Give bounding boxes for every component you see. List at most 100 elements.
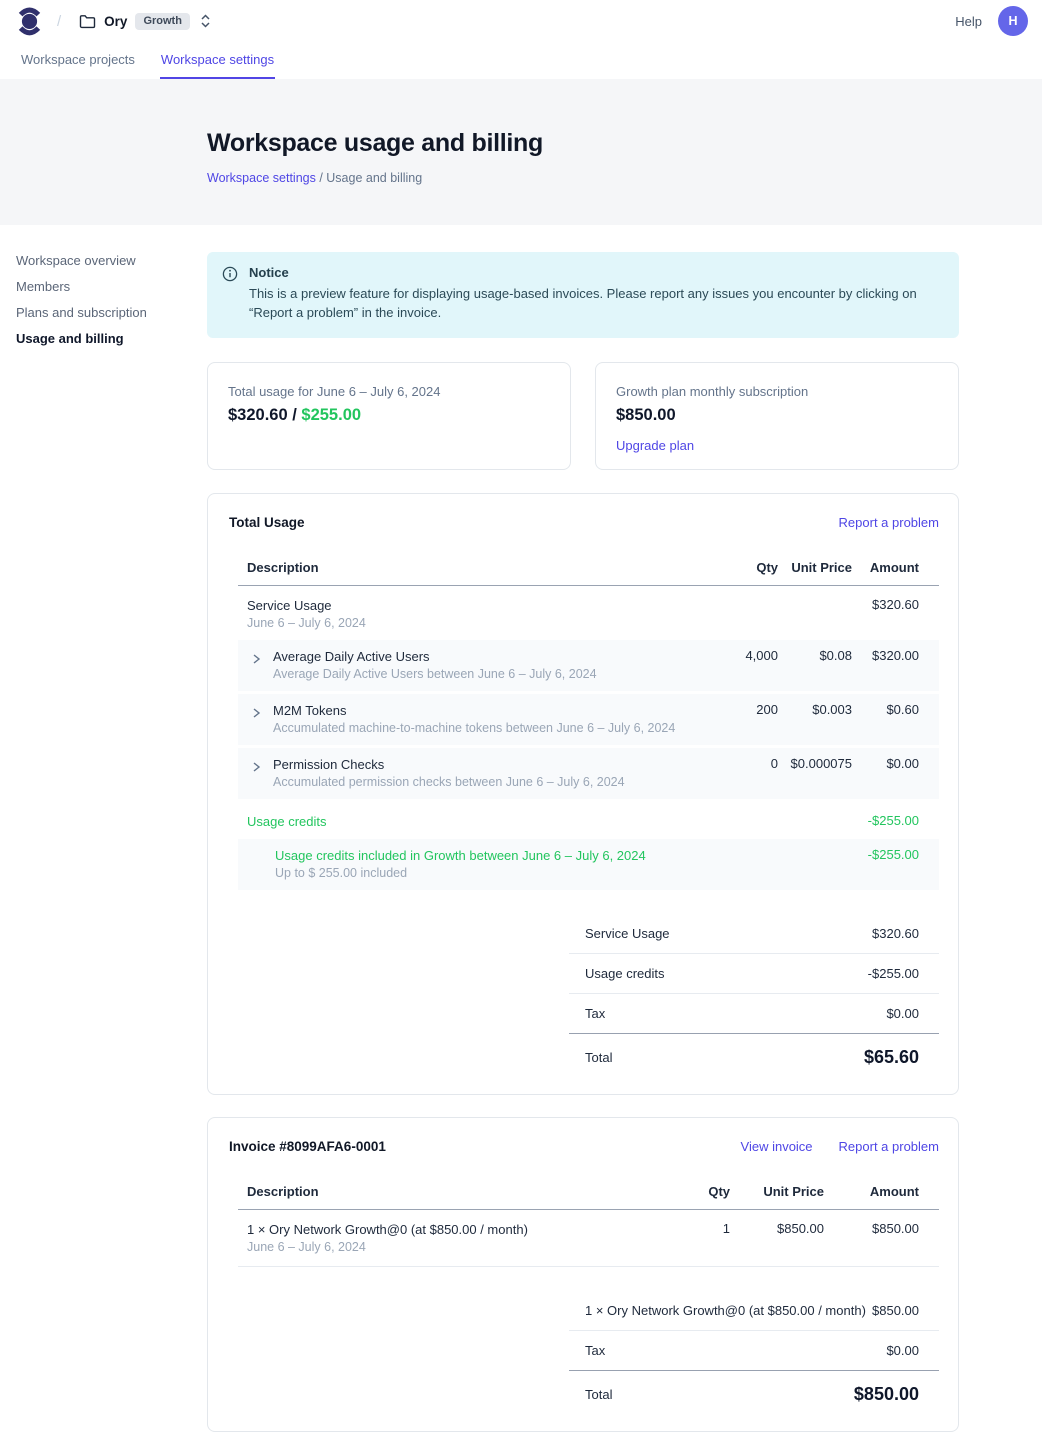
service-usage-amount: $320.60 (852, 597, 939, 612)
unfold-chevrons-icon (200, 13, 211, 29)
expand-row-button[interactable] (250, 758, 263, 776)
col-description: Description (238, 560, 718, 575)
notice-body: This is a preview feature for displaying… (249, 285, 943, 323)
usage-row-daily-active-users: Average Daily Active Users Average Daily… (238, 640, 939, 691)
row-title: Average Daily Active Users (273, 648, 597, 665)
expand-row-button[interactable] (250, 704, 263, 722)
workspace-tabbar: Workspace projects Workspace settings (0, 42, 1042, 79)
usage-row-permission-checks: Permission Checks Accumulated permission… (238, 748, 939, 799)
totals-grand-total-row: Total $65.60 (569, 1034, 939, 1074)
row-qty: 4,000 (718, 648, 778, 663)
row-amount: $0.00 (852, 756, 939, 771)
col-amount: Amount (852, 560, 939, 575)
report-problem-link-usage[interactable]: Report a problem (839, 515, 939, 530)
total-usage-period-label: Total usage for June 6 – July 6, 2024 (228, 384, 550, 399)
breadcrumb-separator: / (57, 13, 61, 30)
invoice-table: Description Qty Unit Price Amount 1 × Or… (238, 1176, 939, 1267)
help-link[interactable]: Help (955, 14, 982, 29)
invoice-line-total-row: 1 × Ory Network Growth@0 (at $850.00 / m… (569, 1291, 939, 1331)
usage-credit-amount: $255.00 (301, 406, 361, 424)
credit-row-amount: -$255.00 (852, 847, 939, 862)
invoice-item-title: 1 × Ory Network Growth@0 (at $850.00 / m… (247, 1221, 664, 1238)
usage-credits-title: Usage credits (247, 813, 718, 830)
row-subtitle: Accumulated permission checks between Ju… (273, 774, 625, 790)
plan-subscription-amount: $850.00 (616, 406, 938, 425)
page-header: Workspace usage and billing Workspace se… (0, 79, 1042, 225)
credit-row-note: Up to $ 255.00 included (275, 865, 718, 881)
invoice-item-period: June 6 – July 6, 2024 (247, 1239, 664, 1255)
breadcrumb-current: / Usage and billing (316, 171, 422, 185)
tab-workspace-settings[interactable]: Workspace settings (160, 42, 275, 79)
row-unit-price: $0.000075 (778, 756, 852, 771)
usage-credits-group-row: Usage credits -$255.00 (238, 802, 939, 839)
total-usage-title: Total Usage (229, 515, 305, 530)
col-amount: Amount (824, 1184, 939, 1199)
invoice-line-item-row: 1 × Ory Network Growth@0 (at $850.00 / m… (238, 1210, 939, 1267)
expand-row-button[interactable] (250, 650, 263, 668)
usage-credits-amount: -$255.00 (852, 813, 939, 828)
view-invoice-link[interactable]: View invoice (741, 1139, 813, 1154)
col-unit-price: Unit Price (730, 1184, 824, 1199)
row-qty: 200 (718, 702, 778, 717)
row-subtitle: Accumulated machine-to-machine tokens be… (273, 720, 675, 736)
settings-sidenav: Workspace overview Members Plans and sub… (16, 225, 207, 1448)
usage-row-m2m-tokens: M2M Tokens Accumulated machine-to-machin… (238, 694, 939, 745)
top-bar: / Ory Growth Help H (0, 0, 1042, 42)
row-subtitle: Average Daily Active Users between June … (273, 666, 597, 682)
usage-credit-detail-row: Usage credits included in Growth between… (238, 839, 939, 890)
row-unit-price: $0.08 (778, 648, 852, 663)
page-title: Workspace usage and billing (207, 129, 1042, 158)
sidebar-item-members[interactable]: Members (16, 280, 207, 293)
row-amount: $0.60 (852, 702, 939, 717)
invoice-card: Invoice #8099AFA6-0001 View invoice Repo… (207, 1117, 959, 1432)
totals-tax-row: Tax $0.00 (569, 994, 939, 1034)
row-title: Permission Checks (273, 756, 625, 773)
row-amount: $320.00 (852, 648, 939, 663)
breadcrumb: Workspace settings / Usage and billing (207, 171, 1042, 185)
usage-totals: Service Usage $320.60 Usage credits -$25… (569, 914, 939, 1074)
total-usage-card: Total Usage Report a problem Description… (207, 493, 959, 1095)
invoice-grand-total-row: Total $850.00 (569, 1371, 939, 1411)
plan-badge: Growth (135, 13, 190, 30)
sidebar-item-plans-and-subscription[interactable]: Plans and subscription (16, 306, 207, 319)
workspace-name: Ory (104, 14, 127, 29)
totals-service-usage-row: Service Usage $320.60 (569, 914, 939, 954)
total-usage-summary-card: Total usage for June 6 – July 6, 2024 $3… (207, 362, 571, 470)
workspace-switcher[interactable]: Ory Growth (79, 13, 211, 30)
notice-title: Notice (249, 265, 943, 280)
invoice-title: Invoice #8099AFA6-0001 (229, 1139, 386, 1154)
invoice-item-qty: 1 (664, 1221, 730, 1236)
invoice-item-amount: $850.00 (824, 1221, 939, 1236)
info-icon (222, 266, 238, 323)
col-unit-price: Unit Price (778, 560, 852, 575)
upgrade-plan-link[interactable]: Upgrade plan (616, 438, 694, 453)
totals-usage-credits-row: Usage credits -$255.00 (569, 954, 939, 994)
sidebar-item-workspace-overview[interactable]: Workspace overview (16, 254, 207, 267)
row-qty: 0 (718, 756, 778, 771)
service-usage-title: Service Usage (247, 597, 718, 614)
folder-icon (79, 14, 96, 29)
grand-total-value: $65.60 (864, 1047, 919, 1068)
total-usage-amount: $320.60 / $255.00 (228, 406, 550, 425)
invoice-grand-total-value: $850.00 (854, 1384, 919, 1405)
col-description: Description (238, 1184, 664, 1199)
invoice-totals: 1 × Ory Network Growth@0 (at $850.00 / m… (569, 1291, 939, 1411)
usage-table-header: Description Qty Unit Price Amount (238, 552, 939, 586)
plan-subscription-card: Growth plan monthly subscription $850.00… (595, 362, 959, 470)
avatar[interactable]: H (998, 6, 1028, 36)
sidebar-item-usage-and-billing[interactable]: Usage and billing (16, 332, 207, 345)
credit-row-title: Usage credits included in Growth between… (275, 847, 718, 864)
plan-subscription-label: Growth plan monthly subscription (616, 384, 938, 399)
invoice-item-unit-price: $850.00 (730, 1221, 824, 1236)
service-usage-period: June 6 – July 6, 2024 (247, 615, 718, 631)
tab-workspace-projects[interactable]: Workspace projects (20, 42, 136, 79)
row-title: M2M Tokens (273, 702, 675, 719)
ory-logo-icon[interactable] (16, 4, 43, 38)
invoice-tax-row: Tax $0.00 (569, 1331, 939, 1371)
breadcrumb-settings-link[interactable]: Workspace settings (207, 171, 316, 185)
col-qty: Qty (718, 560, 778, 575)
report-problem-link-invoice[interactable]: Report a problem (839, 1139, 939, 1154)
notice-banner: Notice This is a preview feature for dis… (207, 252, 959, 338)
usage-table: Description Qty Unit Price Amount Servic… (238, 552, 939, 890)
invoice-table-header: Description Qty Unit Price Amount (238, 1176, 939, 1210)
